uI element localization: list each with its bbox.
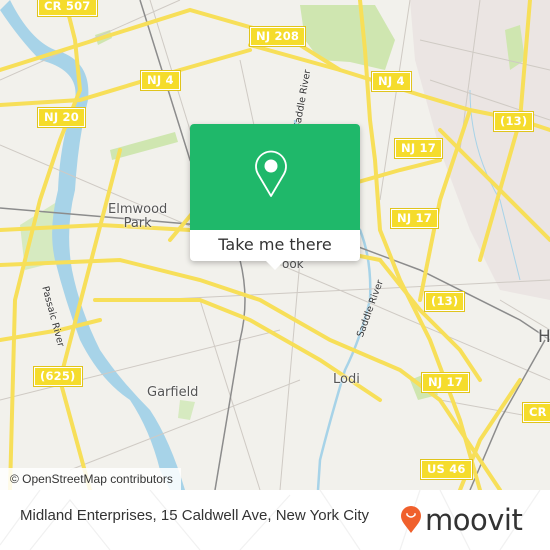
road-shield: (625): [33, 366, 83, 387]
location-popup: Take me there: [190, 124, 360, 270]
take-me-there-button[interactable]: Take me there: [190, 230, 360, 261]
road-shield: CR 1: [521, 402, 550, 423]
park-area: [300, 5, 395, 70]
map-attribution[interactable]: © OpenStreetMap contributors: [0, 468, 181, 490]
place-label-lodi: Lodi: [333, 372, 360, 387]
park-area: [178, 400, 195, 420]
place-label-partial: H: [538, 327, 550, 347]
popup-header: [190, 124, 360, 230]
road-shield: CR 507: [37, 0, 98, 17]
moovit-pin-icon: [401, 506, 421, 533]
road-shield: NJ 208: [248, 26, 307, 47]
place-label-garfield: Garfield: [147, 385, 199, 400]
map-pin-icon: [255, 150, 287, 197]
road-shield: NJ 20: [37, 107, 86, 128]
road-shield: NJ 17: [421, 372, 470, 393]
map-view[interactable]: CR 507 NJ 208 NJ 4 NJ 4 NJ 20 (13) NJ 17…: [0, 0, 550, 490]
road-shield: NJ 17: [390, 208, 439, 229]
road-shield: (13): [423, 291, 466, 312]
moovit-logo[interactable]: moovit: [400, 500, 523, 540]
road-shield: NJ 17: [394, 138, 443, 159]
brand-name: moovit: [425, 503, 523, 537]
road-shield: (13): [492, 111, 535, 132]
road-shield: NJ 4: [140, 70, 181, 91]
place-label-elmwood-park: Elmwood Park: [108, 202, 168, 231]
footer-bar: Midland Enterprises, 15 Caldwell Ave, Ne…: [0, 490, 550, 550]
road-shield: NJ 4: [371, 71, 412, 92]
location-address: Midland Enterprises, 15 Caldwell Ave, Ne…: [20, 507, 370, 524]
road-shield: US 46: [420, 459, 473, 480]
popup-pointer: [266, 261, 284, 270]
